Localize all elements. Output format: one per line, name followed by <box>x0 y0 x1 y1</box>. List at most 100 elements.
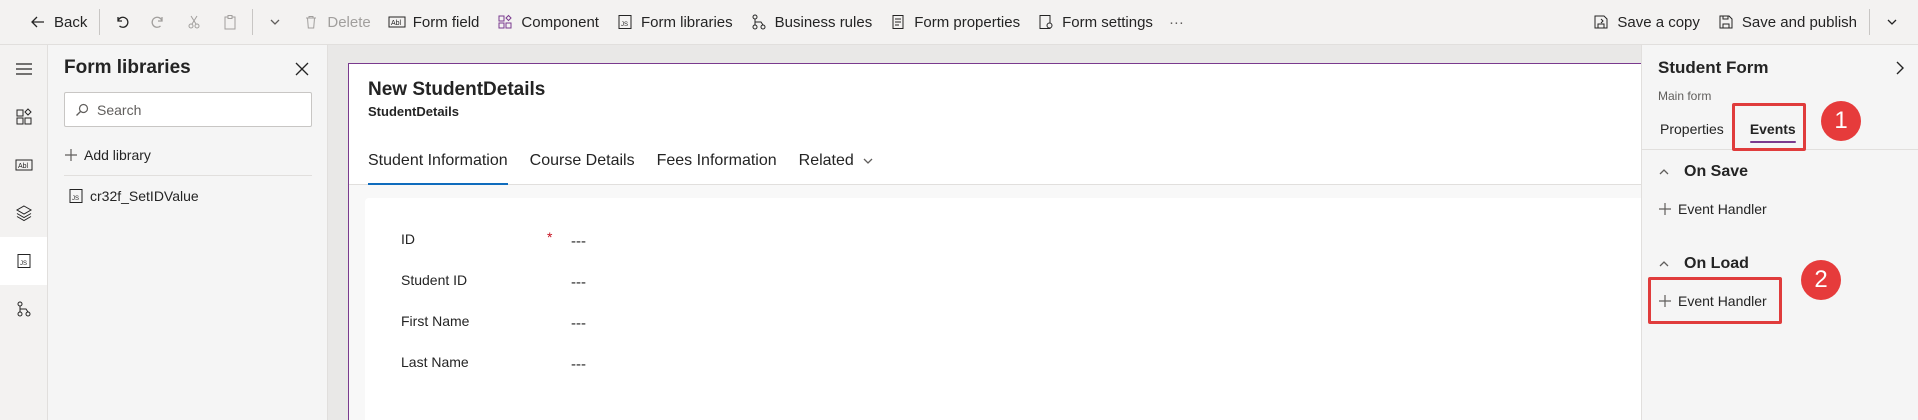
left-rail: Abl JS <box>0 45 48 420</box>
field-label: ID <box>401 231 415 247</box>
textbox-icon: Abl <box>387 12 407 32</box>
menu-button[interactable] <box>0 45 47 93</box>
collapse-pane-button[interactable] <box>1892 60 1908 76</box>
js-file-icon: JS <box>17 254 30 268</box>
command-bar: Back Delete Abl Form field Component JS … <box>0 0 1918 45</box>
business-rules-rail-button[interactable] <box>0 285 47 333</box>
field-last-name[interactable]: Last Name --- <box>401 354 701 374</box>
save-copy-icon <box>1591 12 1611 32</box>
save-copy-button[interactable]: Save a copy <box>1583 0 1708 45</box>
tab-label: Fees Information <box>656 152 777 169</box>
form-title: New StudentDetails <box>368 79 546 100</box>
undo-icon <box>112 12 132 32</box>
undo-button[interactable] <box>104 0 140 45</box>
components-rail-button[interactable] <box>0 93 47 141</box>
chevron-up-icon <box>1659 169 1669 175</box>
save-publish-button[interactable]: Save and publish <box>1708 0 1865 45</box>
form-entity-name: StudentDetails <box>368 104 460 119</box>
hamburger-icon <box>15 63 32 75</box>
form-properties-button[interactable]: Form properties <box>880 0 1028 45</box>
paste-button[interactable] <box>212 0 248 45</box>
svg-text:JS: JS <box>20 261 27 267</box>
separator <box>252 9 254 35</box>
chevron-down-icon <box>265 12 285 32</box>
components-icon <box>16 108 32 125</box>
form-preview[interactable]: New StudentDetails StudentDetails Studen… <box>348 63 1642 420</box>
library-item-label: cr32f_SetIDValue <box>90 188 199 204</box>
field-value: --- <box>571 233 586 250</box>
cut-button[interactable] <box>176 0 212 45</box>
tab-label: Related <box>798 152 854 169</box>
pane-title: Form libraries <box>64 57 191 78</box>
on-load-section-toggle[interactable]: On Load <box>1658 255 1749 273</box>
scissors-icon <box>184 12 204 32</box>
arrow-left-icon <box>28 12 48 32</box>
back-button[interactable]: Back <box>0 0 95 45</box>
more-edit-dropdown[interactable] <box>257 0 293 45</box>
svg-text:Abl: Abl <box>391 20 402 27</box>
separator <box>99 9 101 35</box>
delete-label: Delete <box>327 13 371 31</box>
fields-rail-button[interactable]: Abl <box>0 141 47 189</box>
ellipsis-label: ··· <box>1168 13 1184 31</box>
field-label: First Name <box>401 313 470 329</box>
divider <box>64 175 312 176</box>
search-input[interactable] <box>97 101 297 118</box>
field-id[interactable]: ID * --- <box>401 229 701 251</box>
form-section[interactable]: ID * --- Student ID --- First Name --- L… <box>365 198 1642 420</box>
command-bar-right: Save a copy Save and publish <box>1583 0 1918 45</box>
clipboard-icon <box>220 12 240 32</box>
tab-label: Student Information <box>368 152 508 169</box>
field-first-name[interactable]: First Name --- <box>401 313 701 333</box>
tab-student-information[interactable]: Student Information <box>368 146 508 185</box>
form-settings-button[interactable]: Form settings <box>1028 0 1161 45</box>
field-label: Last Name <box>401 354 469 370</box>
form-settings-label: Form settings <box>1062 13 1153 31</box>
separator <box>1869 9 1870 35</box>
save-copy-label: Save a copy <box>1617 13 1700 31</box>
form-libraries-pane: Form libraries Add library JS cr32f_SetI… <box>48 45 328 420</box>
properties-subtitle: Main form <box>1658 89 1712 103</box>
properties-pane: Student Form Main form Properties Events… <box>1641 45 1918 420</box>
business-rules-label: Business rules <box>774 13 873 31</box>
tab-course-details[interactable]: Course Details <box>530 146 635 176</box>
event-handler-label: Event Handler <box>1678 201 1767 217</box>
close-pane-button[interactable] <box>292 59 312 79</box>
on-save-section-toggle[interactable]: On Save <box>1658 163 1748 181</box>
field-value: --- <box>571 274 586 291</box>
chevron-down-icon <box>1882 12 1902 32</box>
component-icon <box>495 12 515 32</box>
search-icon <box>76 103 89 116</box>
form-libraries-button[interactable]: JS Form libraries <box>607 0 741 45</box>
add-library-button[interactable]: Add library <box>64 147 151 163</box>
chevron-down-icon <box>863 158 873 164</box>
more-commands-button[interactable]: ··· <box>1161 0 1192 45</box>
library-search-box[interactable] <box>64 92 312 127</box>
section-heading: On Load <box>1684 255 1749 272</box>
form-field-label: Form field <box>412 13 480 31</box>
field-student-id[interactable]: Student ID --- <box>401 272 701 292</box>
flow-icon <box>749 12 769 32</box>
tab-fees-information[interactable]: Fees Information <box>657 146 777 176</box>
form-field-button[interactable]: Abl Form field <box>379 0 488 45</box>
form-tabs: Student Information Course Details Fees … <box>368 146 896 185</box>
tab-related[interactable]: Related <box>799 146 874 176</box>
field-label: Student ID <box>401 272 468 288</box>
save-options-dropdown[interactable] <box>1874 0 1918 45</box>
tab-properties[interactable]: Properties <box>1660 121 1724 137</box>
required-indicator: * <box>547 229 553 245</box>
form-libraries-rail-button[interactable]: JS <box>0 237 47 285</box>
business-rules-button[interactable]: Business rules <box>741 0 881 45</box>
trash-icon <box>301 12 321 32</box>
on-save-add-event-handler[interactable]: Event Handler <box>1658 201 1767 217</box>
redo-icon <box>148 12 168 32</box>
field-value: --- <box>571 315 586 332</box>
tree-view-rail-button[interactable] <box>0 189 47 237</box>
library-item[interactable]: JS cr32f_SetIDValue <box>68 188 199 204</box>
component-button[interactable]: Component <box>487 0 607 45</box>
redo-button[interactable] <box>140 0 176 45</box>
callout-box-event-handler <box>1648 277 1782 324</box>
properties-title: Student Form <box>1658 58 1769 77</box>
form-libraries-label: Form libraries <box>640 13 733 31</box>
delete-button[interactable]: Delete <box>293 0 378 45</box>
